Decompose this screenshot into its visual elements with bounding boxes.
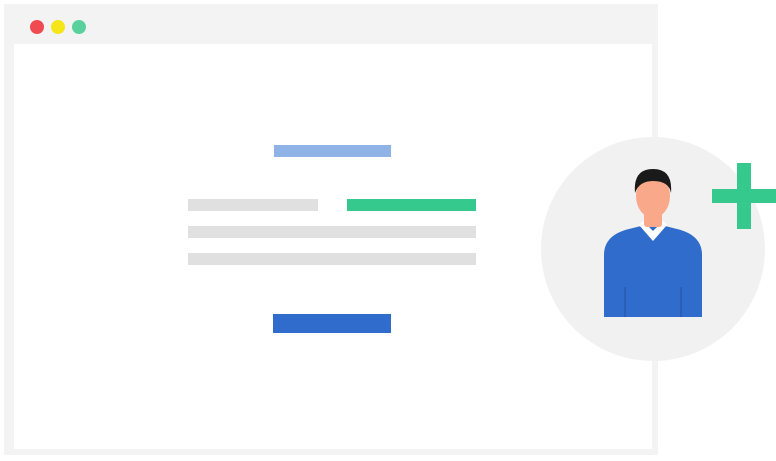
text-line-placeholder: [188, 253, 476, 265]
accent-field-placeholder: [347, 199, 476, 211]
button-placeholder: [273, 314, 391, 333]
label-placeholder: [188, 199, 318, 211]
close-dot-icon: [30, 20, 44, 34]
illustration: [0, 0, 776, 461]
heading-placeholder: [274, 145, 391, 157]
window-title-bar: [4, 4, 658, 44]
maximize-dot-icon: [72, 20, 86, 34]
plus-icon: [712, 163, 776, 229]
minimize-dot-icon: [51, 20, 65, 34]
text-line-placeholder: [188, 226, 476, 238]
